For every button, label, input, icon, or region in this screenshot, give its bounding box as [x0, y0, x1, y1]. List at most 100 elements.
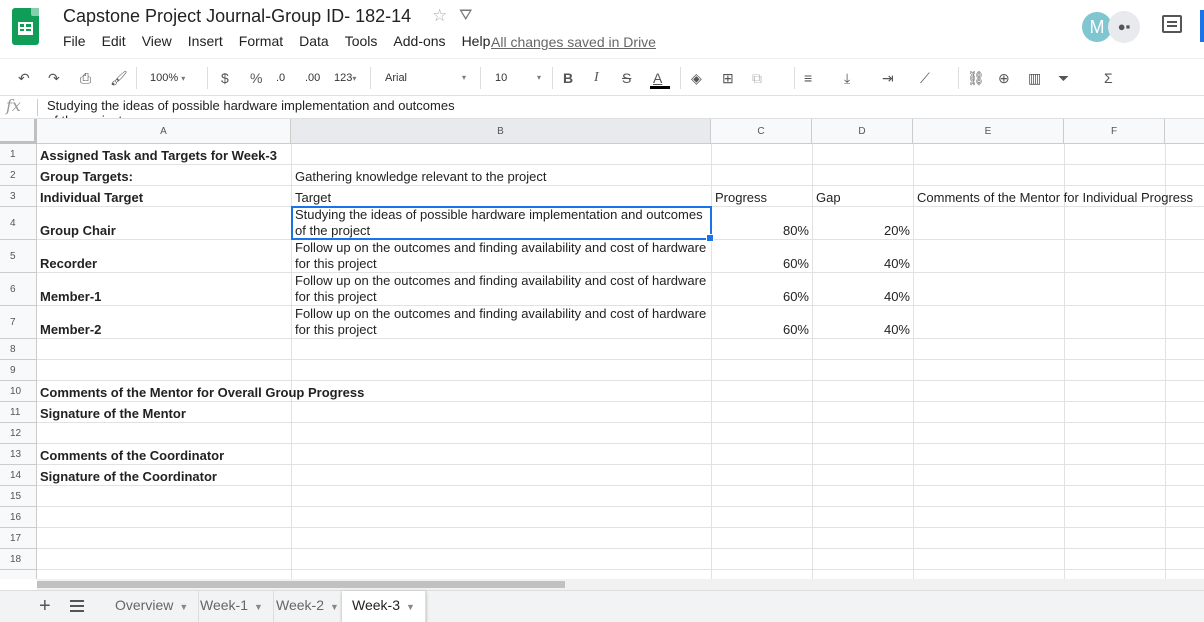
row-header[interactable]: 15 — [0, 486, 37, 507]
row-header[interactable]: 2 — [0, 165, 37, 186]
decrease-decimal-button[interactable]: .0 — [276, 59, 285, 97]
vertical-align-icon[interactable]: ⤓ — [844, 59, 850, 97]
print-icon[interactable]: ⎙ — [80, 59, 91, 97]
chevron-down-icon[interactable]: ▼ — [179, 602, 188, 612]
move-to-drive-icon[interactable]: ⛛ — [459, 7, 472, 25]
chevron-down-icon[interactable]: ▼ — [330, 602, 339, 612]
undo-icon[interactable]: ↶ — [18, 59, 30, 97]
strikethrough-button[interactable]: S — [622, 59, 631, 97]
insert-comment-icon[interactable]: ⊕ — [998, 59, 1010, 97]
cell-c4[interactable]: 80% — [711, 223, 809, 239]
more-formats-button[interactable]: 123▾ — [334, 59, 356, 97]
currency-format-button[interactable]: $ — [221, 59, 229, 97]
cell-a4[interactable]: Group Chair — [40, 223, 116, 239]
text-color-button[interactable]: A — [653, 59, 662, 97]
cell-d7[interactable]: 40% — [812, 322, 910, 338]
row-header[interactable]: 11 — [0, 402, 37, 423]
comment-history-icon[interactable] — [1162, 15, 1182, 33]
cell-c3[interactable]: Progress — [715, 190, 767, 206]
menu-edit[interactable]: Edit — [102, 33, 126, 49]
cell-b3[interactable]: Target — [295, 190, 331, 206]
collaborator-icon[interactable]: ●▪ — [1108, 11, 1140, 43]
column-header-a[interactable]: A — [37, 119, 291, 144]
font-select[interactable]: Arial ▾ — [385, 59, 470, 97]
column-header-d[interactable]: D — [812, 119, 913, 144]
cell-b6-line1[interactable]: Follow up on the outcomes and finding av… — [295, 273, 706, 289]
cell-a2[interactable]: Group Targets: — [40, 169, 133, 185]
cell-d4[interactable]: 20% — [812, 223, 910, 239]
tab-week-3[interactable]: Week-3 ▼ — [342, 591, 426, 622]
borders-icon[interactable]: ⊞ — [722, 59, 734, 97]
cell-b6-line2[interactable]: for this project — [295, 289, 377, 305]
sheet-grid[interactable]: A B C D E F 1 2 3 4 5 6 7 8 9 10 11 12 1… — [0, 119, 1204, 579]
cell-c7[interactable]: 60% — [711, 322, 809, 338]
merge-cells-icon[interactable]: ⧉ — [752, 59, 762, 97]
row-header[interactable] — [0, 570, 37, 579]
document-title[interactable]: Capstone Project Journal-Group ID- 182-1… — [63, 6, 411, 27]
menu-insert[interactable]: Insert — [188, 33, 223, 49]
column-header-e[interactable]: E — [913, 119, 1064, 144]
row-header[interactable]: 18 — [0, 549, 37, 570]
row-header[interactable]: 1 — [0, 144, 37, 165]
cell-a13[interactable]: Comments of the Coordinator — [40, 448, 224, 464]
cell-a6[interactable]: Member-1 — [40, 289, 101, 305]
save-status-link[interactable]: All changes saved in Drive — [491, 34, 656, 50]
cell-b7-line1[interactable]: Follow up on the outcomes and finding av… — [295, 306, 706, 322]
formula-input[interactable]: Studying the ideas of possible hardware … — [47, 98, 467, 118]
cell-a14[interactable]: Signature of the Coordinator — [40, 469, 217, 485]
sheets-logo-icon[interactable] — [12, 8, 39, 45]
menu-format[interactable]: Format — [239, 33, 283, 49]
row-header[interactable]: 12 — [0, 423, 37, 444]
column-header-c[interactable]: C — [711, 119, 812, 144]
cell-e3[interactable]: Comments of the Mentor for Individual Pr… — [917, 190, 1193, 206]
cell-d3[interactable]: Gap — [816, 190, 841, 206]
redo-icon[interactable]: ↷ — [48, 59, 60, 97]
row-header[interactable]: 3 — [0, 186, 37, 207]
cell-a10[interactable]: Comments of the Mentor for Overall Group… — [40, 385, 364, 401]
chevron-down-icon[interactable]: ▼ — [254, 602, 263, 612]
bold-button[interactable]: B — [563, 59, 573, 97]
text-wrap-icon[interactable]: ⇥ — [882, 59, 894, 97]
menu-addons[interactable]: Add-ons — [393, 33, 445, 49]
row-header[interactable]: 14 — [0, 465, 37, 486]
zoom-select[interactable]: 100% ▾ — [150, 59, 185, 97]
select-all-corner[interactable] — [0, 119, 37, 144]
tab-overview[interactable]: Overview ▼ — [105, 591, 200, 622]
menu-file[interactable]: File — [63, 33, 86, 49]
row-header[interactable]: 16 — [0, 507, 37, 528]
menu-tools[interactable]: Tools — [345, 33, 378, 49]
star-icon[interactable]: ☆ — [432, 6, 447, 26]
cell-a11[interactable]: Signature of the Mentor — [40, 406, 186, 422]
functions-button[interactable]: Σ — [1104, 59, 1113, 97]
row-header[interactable]: 6 — [0, 273, 37, 306]
insert-link-icon[interactable]: ⛓ — [967, 59, 985, 97]
italic-button[interactable]: I — [594, 59, 599, 97]
cell-b5-line2[interactable]: for this project — [295, 256, 377, 272]
tab-week-1[interactable]: Week-1 ▼ — [190, 591, 274, 622]
row-header[interactable]: 8 — [0, 339, 37, 360]
row-header[interactable]: 7 — [0, 306, 37, 339]
cell-c5[interactable]: 60% — [711, 256, 809, 272]
menu-view[interactable]: View — [142, 33, 172, 49]
tab-week-2[interactable]: Week-2 ▼ — [266, 591, 350, 622]
cell-d5[interactable]: 40% — [812, 256, 910, 272]
row-header[interactable]: 17 — [0, 528, 37, 549]
font-size-select[interactable]: 10 ▾ — [495, 59, 545, 97]
increase-decimal-button[interactable]: .00 — [305, 59, 320, 97]
share-button-edge[interactable] — [1200, 10, 1204, 42]
row-header[interactable]: 10 — [0, 381, 37, 402]
cell-d6[interactable]: 40% — [812, 289, 910, 305]
cell-a5[interactable]: Recorder — [40, 256, 97, 272]
row-header[interactable]: 4 — [0, 207, 37, 240]
menu-help[interactable]: Help — [462, 33, 491, 49]
cell-b2[interactable]: Gathering knowledge relevant to the proj… — [295, 169, 547, 185]
selected-cell-b4[interactable] — [291, 206, 714, 242]
row-header[interactable]: 13 — [0, 444, 37, 465]
column-header-g[interactable] — [1165, 119, 1204, 144]
chevron-down-icon[interactable]: ▼ — [406, 602, 415, 612]
horizontal-scrollbar[interactable] — [37, 579, 1204, 590]
percent-format-button[interactable]: % — [250, 59, 262, 97]
cell-b7-line2[interactable]: for this project — [295, 322, 377, 338]
all-sheets-icon[interactable] — [70, 600, 84, 612]
row-header[interactable]: 5 — [0, 240, 37, 273]
